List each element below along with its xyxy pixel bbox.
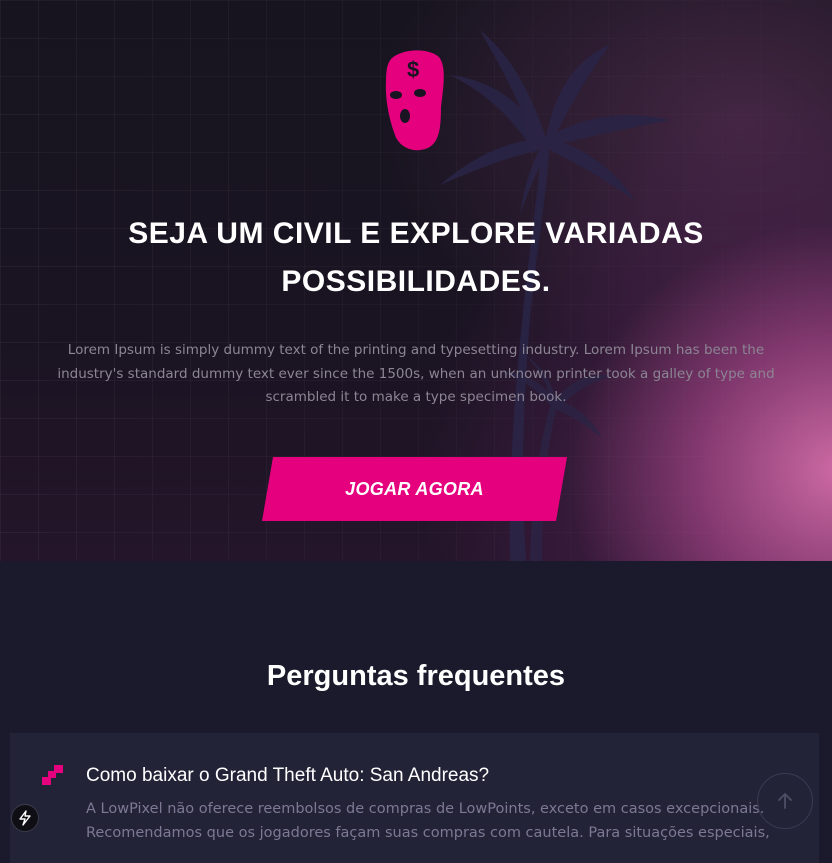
bolt-badge-button[interactable] xyxy=(11,804,39,832)
play-now-label: JOGAR AGORA xyxy=(345,478,484,499)
ski-mask-dollar-icon: $ xyxy=(385,50,444,151)
arrow-up-icon xyxy=(778,793,792,809)
hero-title-line1: SEJA UM CIVIL E EXPLORE VARIADAS xyxy=(128,217,704,250)
hero-title: SEJA UM CIVIL E EXPLORE VARIADAS POSSIBI… xyxy=(66,210,766,306)
play-now-button[interactable]: JOGAR AGORA xyxy=(262,457,567,521)
hero-section: $ SEJA UM CIVIL E EXPLORE VARIADAS POSSI… xyxy=(0,0,832,561)
scroll-to-top-button[interactable] xyxy=(757,773,813,829)
faq-answer: A LowPixel não oferece reembolsos de com… xyxy=(86,801,770,841)
hero-description: Lorem Ipsum is simply dummy text of the … xyxy=(57,342,775,405)
pixel-stairs-icon xyxy=(42,765,63,785)
bolt-icon xyxy=(19,810,31,826)
faq-question[interactable]: Como baixar o Grand Theft Auto: San Andr… xyxy=(86,762,786,790)
faq-title: Perguntas frequentes xyxy=(266,660,566,692)
hero-title-line2: POSSIBILIDADES. xyxy=(281,265,551,298)
svg-text:$: $ xyxy=(407,57,419,82)
